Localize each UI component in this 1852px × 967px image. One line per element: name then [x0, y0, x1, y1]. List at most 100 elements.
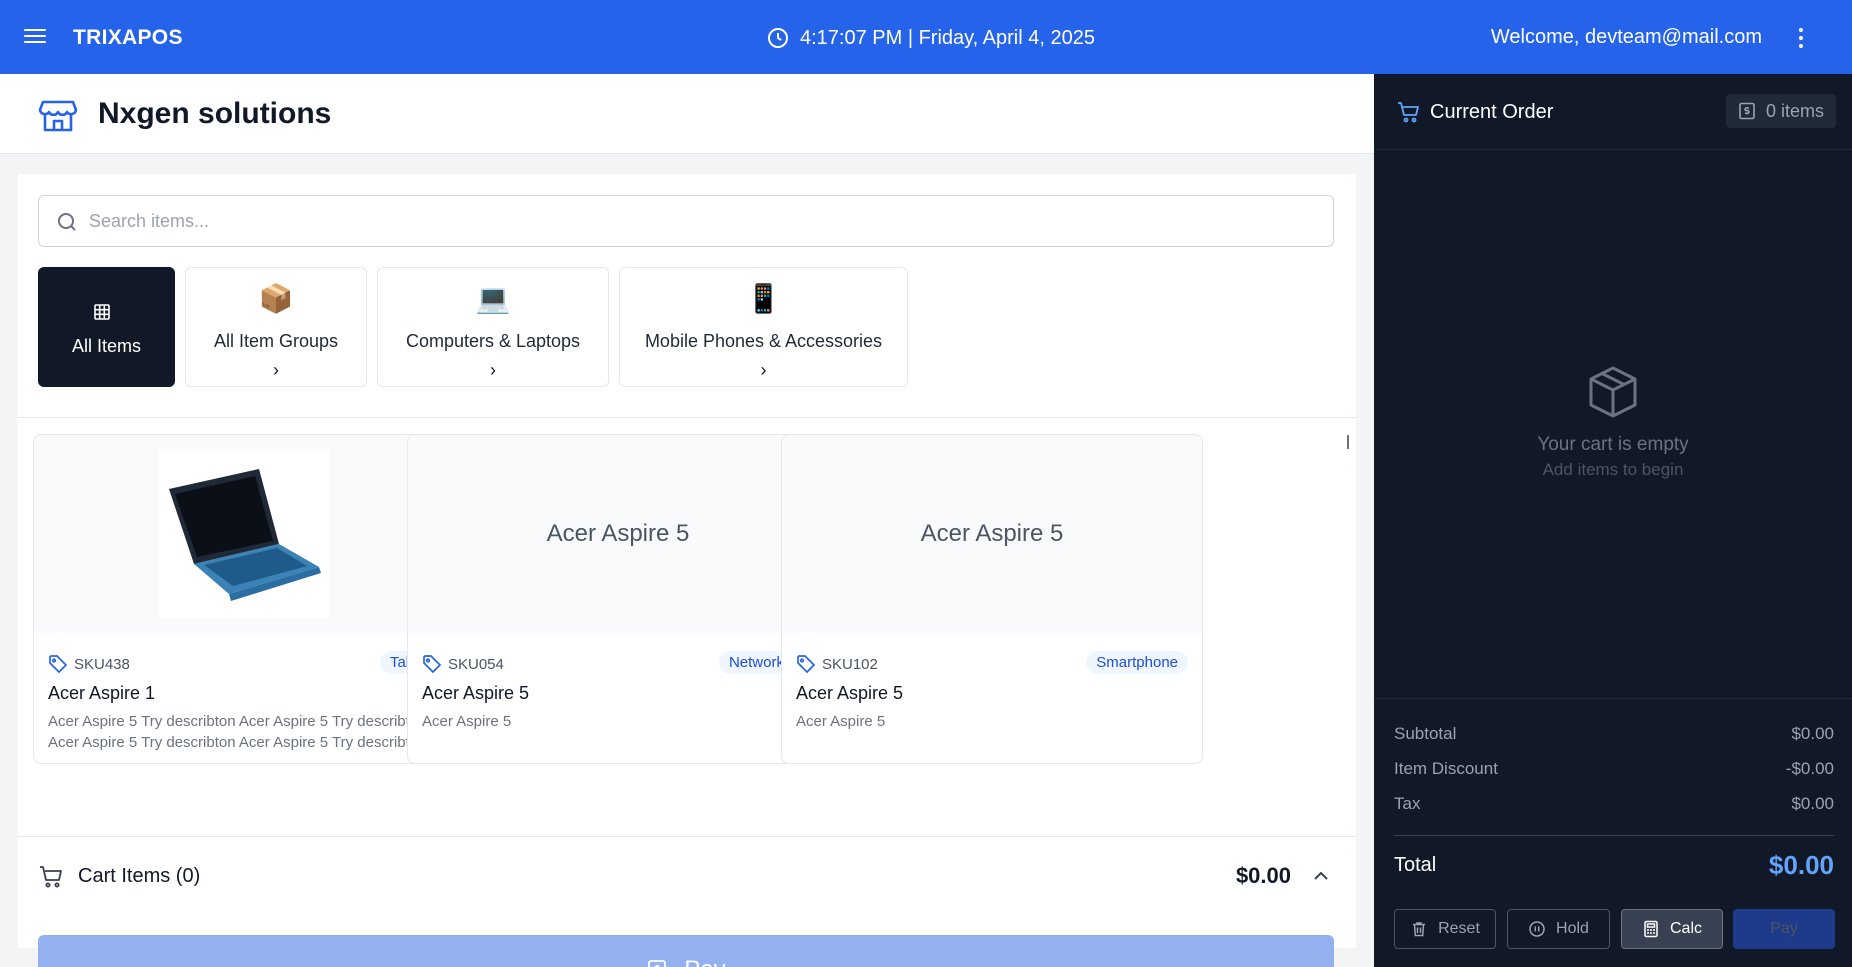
search-input[interactable] [89, 206, 1309, 236]
product-name: Acer Aspire 5 [796, 683, 904, 703]
empty-cart-state: Your cart is empty Add items to begin [1374, 364, 1852, 480]
scrollbar[interactable] [1347, 435, 1349, 449]
box-icon [1589, 366, 1637, 418]
reset-label: Reset [1438, 920, 1480, 937]
receipt-dollar-icon [1739, 102, 1755, 120]
hold-label: Hold [1556, 920, 1589, 937]
pay-button-label: Pay [684, 956, 725, 967]
receipt-dollar-icon [648, 960, 667, 967]
order-totals: Subtotal $0.00 Item Discount -$0.00 Tax … [1374, 698, 1852, 967]
items-count: 0 items [1765, 100, 1824, 121]
total-label: Total [1394, 854, 1437, 876]
calc-label: Calc [1669, 920, 1702, 937]
category-all-item-groups[interactable]: 📦 All Item Groups › [185, 267, 367, 387]
more-options-icon[interactable] [1798, 28, 1804, 48]
search-box[interactable] [38, 195, 1334, 247]
trash-icon [1413, 922, 1426, 937]
category-mobile-phones[interactable]: 📱 Mobile Phones & Accessories › [619, 267, 908, 387]
category-label: All Items [71, 336, 141, 356]
datetime-text: 4:17:07 PM | Friday, April 4, 2025 [800, 26, 1095, 49]
sku-text: SKU054 [448, 655, 504, 673]
category-label: Computers & Laptops [405, 331, 581, 351]
calculator-icon [1644, 920, 1658, 938]
product-card[interactable]: SKU438 Tablet Acer Aspire 1 Acer Aspire … [33, 434, 455, 764]
tag-icon [49, 655, 68, 674]
item-discount-row: Item Discount -$0.00 [1394, 759, 1834, 779]
items-count-badge: 0 items [1725, 94, 1836, 128]
tax-value: $0.00 [1791, 794, 1834, 813]
cart-summary-bar: Cart Items (0) $0.00 Pay [18, 836, 1356, 967]
product-image-placeholder: Acer Aspire 5 [782, 435, 1202, 633]
tag-icon [423, 655, 442, 674]
main-area: Nxgen solutions All Items 📦 All Item Gro… [0, 74, 1374, 967]
grid-icon [94, 304, 110, 320]
search-icon [58, 213, 76, 231]
current-order-sidebar: Current Order 0 items Your cart is empty… [1374, 74, 1852, 967]
product-sku: SKU438 [48, 654, 130, 674]
category-label: All Item Groups [213, 331, 339, 351]
product-name: Acer Aspire 5 [422, 683, 530, 703]
tax-row: Tax $0.00 [1394, 794, 1834, 814]
total-row: Total $0.00 [1394, 850, 1834, 881]
divider [18, 417, 1356, 418]
product-card[interactable]: Acer Aspire 5 SKU054 Networking Acer Asp… [407, 434, 829, 764]
reset-button[interactable]: Reset [1394, 909, 1496, 949]
product-card[interactable]: Acer Aspire 5 SKU102 Smartphone Acer Asp… [781, 434, 1203, 764]
total-value: $0.00 [1768, 850, 1834, 880]
store-header: Nxgen solutions [0, 74, 1374, 154]
product-description: Acer Aspire 5 [422, 713, 512, 730]
sku-text: SKU438 [74, 655, 130, 673]
discount-value: -$0.00 [1785, 759, 1834, 778]
hold-button[interactable]: Hold [1507, 909, 1610, 949]
welcome-text: Welcome, devteam@mail.com [1490, 26, 1762, 48]
calc-button[interactable]: Calc [1621, 909, 1723, 949]
product-sku: SKU102 [796, 654, 878, 674]
cart-total-amount: $0.00 [1235, 863, 1291, 888]
subtotal-label: Subtotal [1394, 724, 1457, 743]
placeholder-text: Acer Aspire 5 [920, 520, 1064, 547]
subtotal-row: Subtotal $0.00 [1394, 724, 1834, 744]
pause-circle-icon [1529, 921, 1545, 937]
sidebar-pay-button[interactable]: Pay [1733, 909, 1835, 949]
hamburger-menu-icon[interactable] [24, 25, 46, 49]
datetime-display: 4:17:07 PM | Friday, April 4, 2025 [766, 26, 1095, 50]
chevron-up-icon[interactable] [1312, 867, 1330, 885]
chevron-right-icon: › [273, 360, 279, 380]
category-badge: Smartphone [1086, 651, 1188, 674]
product-description: Acer Aspire 5 [796, 713, 886, 730]
chevron-right-icon: › [490, 360, 496, 380]
product-image [34, 435, 454, 633]
clock-icon [768, 28, 788, 48]
category-computers-laptops[interactable]: 💻 Computers & Laptops › [377, 267, 609, 387]
subtotal-value: $0.00 [1791, 724, 1834, 743]
order-title: Current Order [1430, 101, 1554, 123]
pay-label: Pay [1770, 920, 1798, 937]
product-name: Acer Aspire 1 [48, 683, 156, 703]
chevron-right-icon: › [760, 360, 767, 380]
discount-label: Item Discount [1394, 759, 1498, 778]
laptop-photo [169, 469, 321, 601]
empty-cart-subtitle: Add items to begin [1542, 460, 1684, 479]
laptop-icon: 💻 [475, 283, 511, 314]
app-brand: TRIXAPOS [73, 26, 183, 49]
catalog-panel: All Items 📦 All Item Groups › 💻 Computer… [18, 174, 1356, 967]
cart-icon [40, 866, 62, 888]
tax-label: Tax [1394, 794, 1421, 813]
mobile-phone-icon: 📱 [746, 283, 781, 314]
product-description: Acer Aspire 5 Try describton Acer Aspire… [48, 713, 427, 751]
package-icon: 📦 [258, 283, 294, 314]
store-name: Nxgen solutions [98, 97, 332, 130]
sku-text: SKU102 [822, 655, 878, 673]
cart-icon [1398, 102, 1419, 123]
category-label: Mobile Phones & Accessories [644, 331, 883, 351]
product-image-placeholder: Acer Aspire 5 [408, 435, 828, 633]
empty-cart-title: Your cart is empty [1537, 434, 1689, 455]
store-icon [38, 100, 78, 132]
cart-items-label: Cart Items (0) [78, 865, 201, 887]
tag-icon [797, 655, 816, 674]
divider [1394, 835, 1834, 836]
category-all-items[interactable]: All Items [38, 267, 175, 387]
pay-button[interactable]: Pay [38, 935, 1334, 967]
placeholder-text: Acer Aspire 5 [546, 520, 690, 547]
order-header: Current Order 0 items [1374, 74, 1852, 150]
